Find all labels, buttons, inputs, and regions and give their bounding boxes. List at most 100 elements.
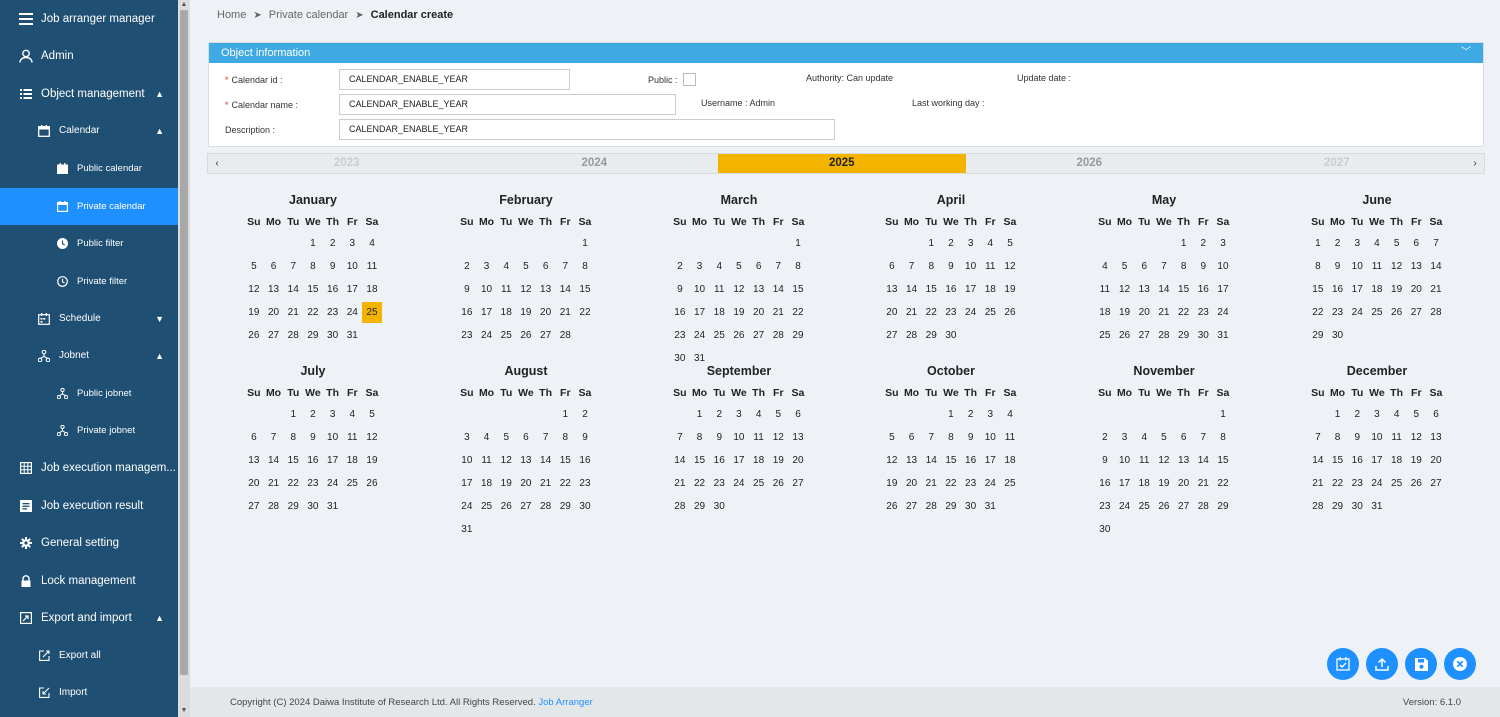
day-cell[interactable]: 2 xyxy=(961,404,981,425)
day-cell[interactable]: 26 xyxy=(729,325,749,346)
day-cell[interactable]: 14 xyxy=(670,450,690,471)
day-cell[interactable]: 15 xyxy=(1328,450,1348,471)
day-cell[interactable]: 18 xyxy=(749,450,769,471)
day-cell[interactable]: 2 xyxy=(670,256,690,277)
day-cell[interactable]: 19 xyxy=(1387,279,1407,300)
day-cell[interactable]: 7 xyxy=(1154,256,1174,277)
day-cell[interactable]: 30 xyxy=(1347,496,1367,517)
day-cell[interactable]: 22 xyxy=(303,302,323,323)
day-cell[interactable]: 21 xyxy=(1426,279,1446,300)
day-cell[interactable]: 14 xyxy=(536,450,556,471)
day-cell[interactable]: 3 xyxy=(457,427,477,448)
day-cell[interactable]: 4 xyxy=(342,404,362,425)
day-cell[interactable]: 13 xyxy=(1426,427,1446,448)
day-cell[interactable]: 20 xyxy=(788,450,808,471)
day-cell[interactable]: 18 xyxy=(709,302,729,323)
day-cell[interactable]: 5 xyxy=(1000,233,1020,254)
day-cell[interactable]: 24 xyxy=(477,325,497,346)
day-cell[interactable]: 11 xyxy=(749,427,769,448)
day-cell[interactable]: 22 xyxy=(788,302,808,323)
day-cell[interactable]: 19 xyxy=(1154,473,1174,494)
day-cell[interactable]: 15 xyxy=(690,450,710,471)
day-cell[interactable]: 24 xyxy=(690,325,710,346)
chevron-down-icon[interactable]: ﹀ xyxy=(1461,43,1471,63)
day-cell[interactable]: 13 xyxy=(1134,279,1154,300)
day-cell[interactable]: 19 xyxy=(496,473,516,494)
menu-icon[interactable] xyxy=(19,12,33,26)
day-cell[interactable]: 26 xyxy=(1115,325,1135,346)
day-cell[interactable]: 9 xyxy=(1095,450,1115,471)
day-cell[interactable]: 25 xyxy=(980,302,1000,323)
day-cell[interactable]: 1 xyxy=(690,404,710,425)
day-cell[interactable]: 29 xyxy=(1328,496,1348,517)
day-cell[interactable]: 3 xyxy=(690,256,710,277)
sidebar-item-public-calendar[interactable]: Public calendar xyxy=(0,150,178,187)
day-cell[interactable]: 27 xyxy=(1134,325,1154,346)
day-cell[interactable]: 21 xyxy=(1193,473,1213,494)
day-cell[interactable]: 29 xyxy=(941,496,961,517)
day-cell[interactable]: 18 xyxy=(477,473,497,494)
sidebar-item-schedule[interactable]: Schedule ▼ xyxy=(0,300,178,337)
day-cell[interactable]: 10 xyxy=(961,256,981,277)
day-cell[interactable]: 21 xyxy=(555,302,575,323)
day-cell[interactable]: 19 xyxy=(1000,279,1020,300)
day-cell[interactable]: 7 xyxy=(555,256,575,277)
enable-calendar-button[interactable] xyxy=(1327,648,1359,680)
day-cell[interactable]: 24 xyxy=(1367,473,1387,494)
day-cell[interactable]: 3 xyxy=(729,404,749,425)
day-cell[interactable]: 29 xyxy=(690,496,710,517)
day-cell[interactable]: 1 xyxy=(941,404,961,425)
day-cell[interactable]: 11 xyxy=(342,427,362,448)
day-cell[interactable]: 17 xyxy=(980,450,1000,471)
day-cell[interactable]: 21 xyxy=(536,473,556,494)
save-button[interactable] xyxy=(1405,648,1437,680)
day-cell[interactable]: 13 xyxy=(244,450,264,471)
next-year-button[interactable]: › xyxy=(1468,154,1482,173)
day-cell[interactable]: 12 xyxy=(1154,450,1174,471)
day-cell[interactable]: 18 xyxy=(342,450,362,471)
day-cell[interactable]: 31 xyxy=(323,496,343,517)
sidebar-item-object-management[interactable]: Object management ▲ xyxy=(0,75,178,112)
day-cell[interactable]: 12 xyxy=(882,450,902,471)
day-cell[interactable]: 25 xyxy=(1387,473,1407,494)
day-cell[interactable]: 31 xyxy=(980,496,1000,517)
day-cell[interactable]: 27 xyxy=(244,496,264,517)
day-cell[interactable]: 12 xyxy=(516,279,536,300)
day-cell[interactable]: 20 xyxy=(1134,302,1154,323)
day-cell[interactable]: 17 xyxy=(690,302,710,323)
day-cell[interactable]: 6 xyxy=(264,256,284,277)
day-cell[interactable]: 13 xyxy=(1406,256,1426,277)
day-cell[interactable]: 9 xyxy=(1347,427,1367,448)
public-checkbox[interactable] xyxy=(683,73,696,86)
day-cell[interactable]: 6 xyxy=(882,256,902,277)
day-cell[interactable]: 16 xyxy=(575,450,595,471)
day-cell[interactable]: 11 xyxy=(709,279,729,300)
day-cell[interactable]: 31 xyxy=(457,519,477,540)
year-tab-2024[interactable]: 2024 xyxy=(471,154,719,173)
day-cell[interactable]: 31 xyxy=(1213,325,1233,346)
day-cell[interactable]: 13 xyxy=(1174,450,1194,471)
day-cell[interactable]: 23 xyxy=(457,325,477,346)
day-cell[interactable]: 2 xyxy=(575,404,595,425)
day-cell[interactable]: 17 xyxy=(1115,473,1135,494)
day-cell[interactable]: 25 xyxy=(749,473,769,494)
day-cell[interactable]: 21 xyxy=(902,302,922,323)
day-cell[interactable]: 17 xyxy=(457,473,477,494)
day-cell[interactable]: 30 xyxy=(1328,325,1348,346)
day-cell[interactable]: 28 xyxy=(264,496,284,517)
day-cell[interactable]: 7 xyxy=(283,256,303,277)
day-cell[interactable]: 25 xyxy=(496,325,516,346)
day-cell[interactable]: 11 xyxy=(1000,427,1020,448)
day-cell[interactable]: 4 xyxy=(496,256,516,277)
day-cell[interactable]: 29 xyxy=(1174,325,1194,346)
day-cell[interactable]: 10 xyxy=(342,256,362,277)
day-cell[interactable]: 4 xyxy=(1387,404,1407,425)
day-cell[interactable]: 17 xyxy=(1367,450,1387,471)
day-cell[interactable]: 30 xyxy=(303,496,323,517)
day-cell[interactable]: 12 xyxy=(1000,256,1020,277)
day-cell[interactable]: 9 xyxy=(303,427,323,448)
day-cell[interactable]: 6 xyxy=(788,404,808,425)
day-cell[interactable]: 17 xyxy=(961,279,981,300)
day-cell[interactable]: 21 xyxy=(921,473,941,494)
day-cell[interactable]: 3 xyxy=(1347,233,1367,254)
